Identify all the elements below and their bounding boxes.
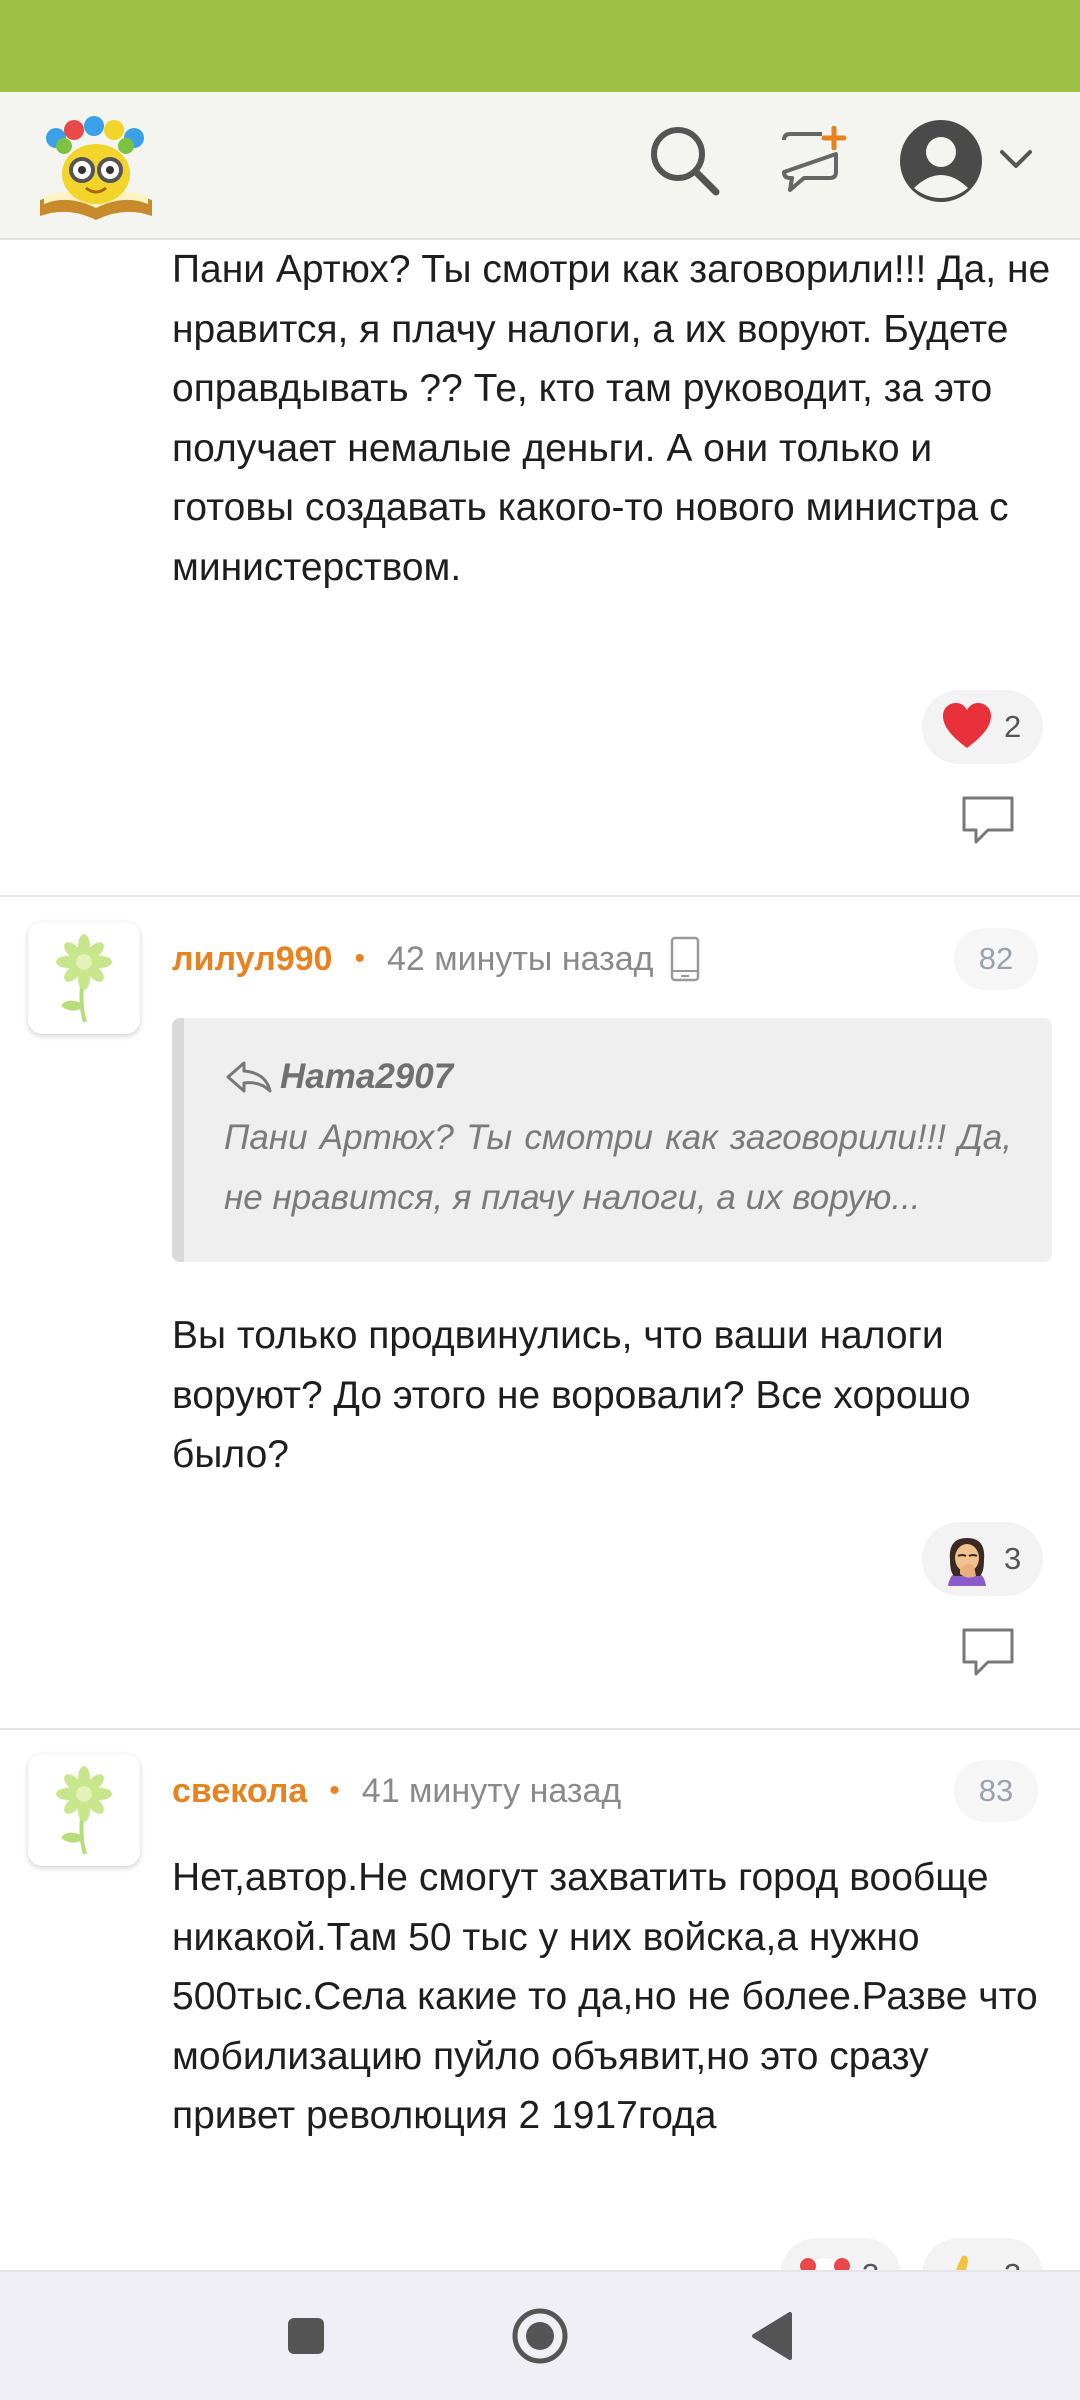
reaction-button[interactable]: 3 [780,2238,902,2270]
comment-time: 42 минуты назад [386,939,654,978]
profile-avatar-icon [900,120,982,202]
comments-feed[interactable]: Пани Артюх? Ты смотри как заговорили!!! … [0,240,1080,2270]
facepalm-emoji-icon [948,1538,986,1586]
clown-emoji-icon [800,2258,850,2270]
reply-icon[interactable] [958,1624,1018,1678]
quote-author: Ната2907 [280,1057,454,1096]
app-header [0,92,1080,240]
mobile-device-icon [671,936,700,982]
reaction-button[interactable]: 2 [922,690,1044,764]
meta-separator: • [354,942,365,975]
comment-meta: свекола • 41 минуту назад [172,1766,621,1816]
site-logo[interactable] [34,112,158,224]
reply-arrow-icon [226,1061,272,1093]
user-avatar[interactable] [28,1754,140,1866]
flower-avatar-icon [56,1766,112,1855]
thumbs-up-emoji-icon [955,2255,982,2270]
meta-separator: • [329,1774,340,1807]
comment-text: Пани Артюх? Ты смотри как заговорили!!! … [172,248,1051,589]
comment-number[interactable]: 83 [954,1760,1038,1822]
recent-apps-button[interactable] [284,2314,328,2358]
chevron-down-icon [1000,150,1032,168]
reaction-button[interactable]: 3 [922,1522,1044,1596]
quoted-comment[interactable]: Ната2907 Пани Артюх? Ты смотри как загов… [172,1018,1052,1262]
comment-divider [0,895,1080,897]
add-post-icon[interactable] [778,126,848,196]
reply-icon[interactable] [958,792,1018,846]
search-icon[interactable] [646,122,722,198]
home-button[interactable] [510,2306,570,2366]
user-avatar[interactable] [28,922,140,1034]
comment-text: Нет,автор.Не смогут захватить город вооб… [172,1856,1038,2137]
reaction-count: 3 [1004,1541,1022,1576]
reaction-count: 3 [1004,2257,1021,2270]
heart-emoji-icon [943,703,991,748]
comment-time: 41 минуту назад [361,1771,622,1810]
quote-author-row: Ната2907 [224,1052,1012,1102]
reaction-count: 2 [1004,709,1022,744]
username-link[interactable]: свекола [172,1772,307,1811]
system-nav-bar [0,2270,1080,2400]
comment-divider [0,1728,1080,1730]
comment-text: Вы только продвинулись, что ваши налоги … [172,1314,971,1476]
status-bar [0,0,1080,92]
profile-menu[interactable] [898,118,1038,208]
back-button[interactable] [750,2310,794,2362]
reaction-count: 3 [862,2257,879,2270]
comment-meta: лилул990 • 42 минуты назад [172,934,701,984]
reaction-button[interactable]: 3 [922,2238,1044,2270]
username-link[interactable]: лилул990 [172,940,332,979]
flower-avatar-icon [56,934,112,1023]
comment-number[interactable]: 82 [954,928,1038,990]
quote-text: Пани Артюх? Ты смотри как заговорили!!! … [224,1118,1012,1217]
